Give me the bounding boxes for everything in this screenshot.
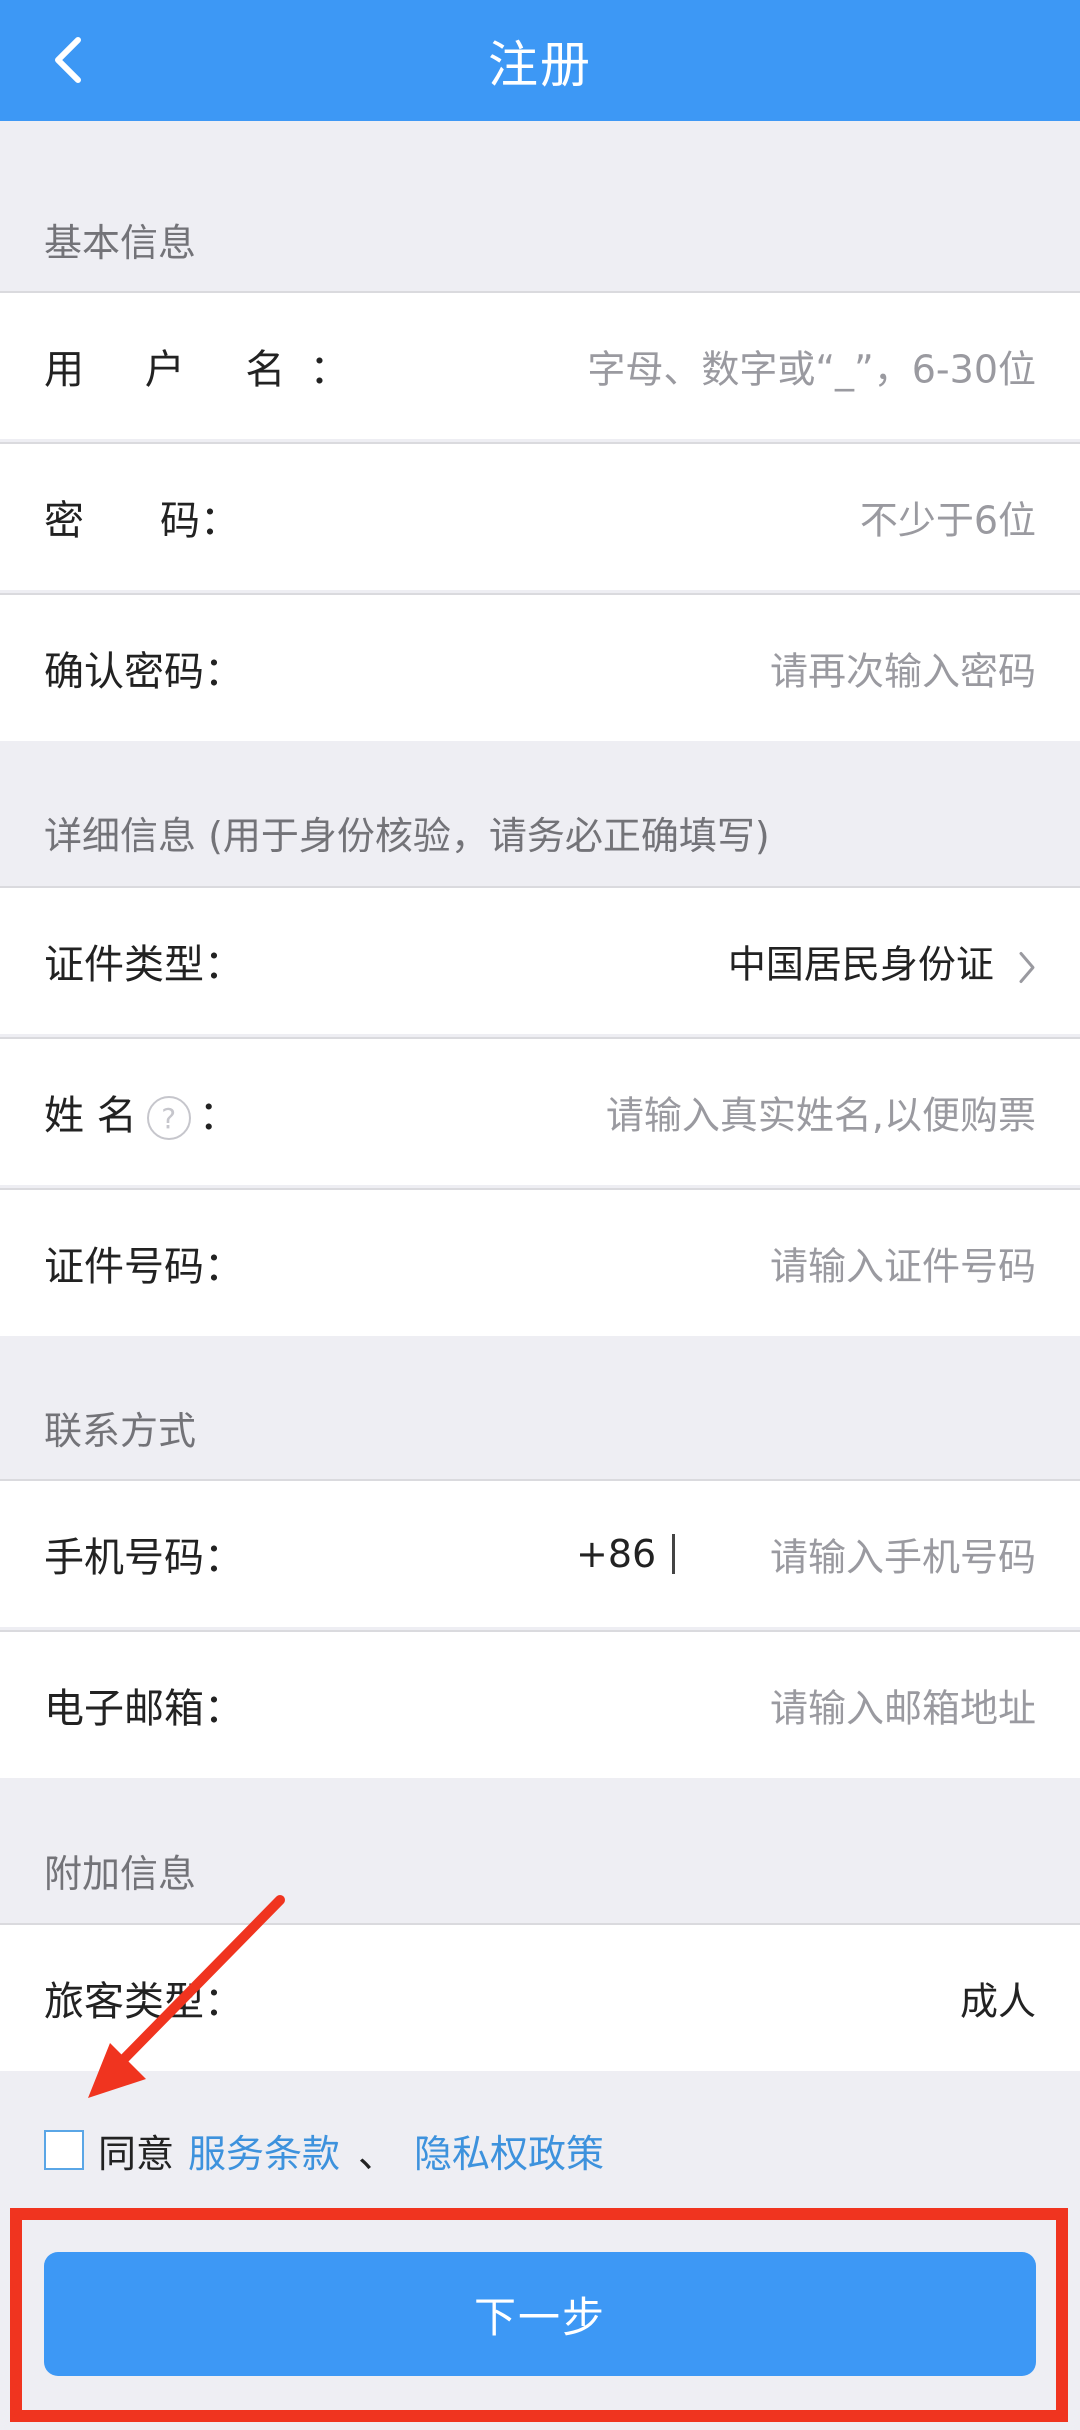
page-title: 注册: [488, 35, 592, 94]
phone-label: 手机号码：: [44, 1535, 244, 1581]
username-label: 用 户 名：: [44, 347, 350, 393]
passenger-type-row[interactable]: 旅客类型： 成人: [0, 1923, 1080, 2071]
agreement-row: 同意 服务条款 、 隐私权政策: [44, 2118, 604, 2182]
confirm-password-label: 确认密码：: [44, 649, 244, 695]
id-type-label: 证件类型：: [44, 942, 244, 988]
chevron-left-icon: [55, 37, 81, 83]
app-header: 注册: [0, 0, 1080, 121]
id-type-select[interactable]: 中国居民身份证: [728, 934, 1036, 989]
privacy-link[interactable]: 隐私权政策: [414, 2123, 604, 2178]
agreement-separator: 、: [358, 2131, 397, 2176]
passenger-type-value[interactable]: 成人: [960, 1971, 1036, 2026]
chevron-right-icon: [1019, 951, 1035, 983]
section-basic-info: 基本信息: [44, 221, 197, 265]
phone-divider: [672, 1534, 675, 1574]
id-type-value: 中国居民身份证: [727, 942, 994, 987]
passenger-type-label: 旅客类型：: [44, 1979, 244, 2025]
back-button[interactable]: [48, 30, 88, 90]
agree-checkbox[interactable]: [44, 2130, 84, 2170]
username-row[interactable]: 用 户 名： 字母、数字或“_”，6-30位: [0, 291, 1080, 439]
section-contact: 联系方式: [44, 1409, 197, 1453]
annotation-highlight-box: [10, 2208, 1068, 2422]
confirm-password-input[interactable]: 请再次输入密码: [770, 641, 1036, 696]
username-input[interactable]: 字母、数字或“_”，6-30位: [587, 339, 1036, 394]
phone-input[interactable]: 请输入手机号码: [770, 1527, 1036, 1582]
email-label: 电子邮箱：: [44, 1686, 244, 1732]
agree-text: 同意: [98, 2131, 175, 2176]
password-label: 密码：: [44, 498, 240, 544]
help-icon[interactable]: ?: [146, 1096, 191, 1140]
name-label: 姓 名?：: [44, 1093, 239, 1140]
id-number-label: 证件号码：: [44, 1244, 244, 1290]
country-code[interactable]: +86: [576, 1532, 656, 1576]
phone-row[interactable]: 手机号码： +86 请输入手机号码: [0, 1479, 1080, 1627]
confirm-password-row[interactable]: 确认密码： 请再次输入密码: [0, 593, 1080, 741]
name-row[interactable]: 姓 名?： 请输入真实姓名,以便购票: [0, 1037, 1080, 1185]
email-input[interactable]: 请输入邮箱地址: [770, 1678, 1036, 1733]
password-row[interactable]: 密码： 不少于6位: [0, 442, 1080, 590]
section-extra-info: 附加信息: [44, 1852, 197, 1896]
email-row[interactable]: 电子邮箱： 请输入邮箱地址: [0, 1630, 1080, 1778]
id-number-input[interactable]: 请输入证件号码: [770, 1236, 1036, 1291]
password-input[interactable]: 不少于6位: [860, 490, 1036, 545]
terms-link[interactable]: 服务条款: [188, 2123, 340, 2178]
id-number-row[interactable]: 证件号码： 请输入证件号码: [0, 1188, 1080, 1336]
name-input[interactable]: 请输入真实姓名,以便购票: [606, 1085, 1036, 1140]
id-type-row[interactable]: 证件类型： 中国居民身份证: [0, 886, 1080, 1034]
section-detail-info: 详细信息 (用于身份核验，请务必正确填写): [44, 814, 770, 858]
